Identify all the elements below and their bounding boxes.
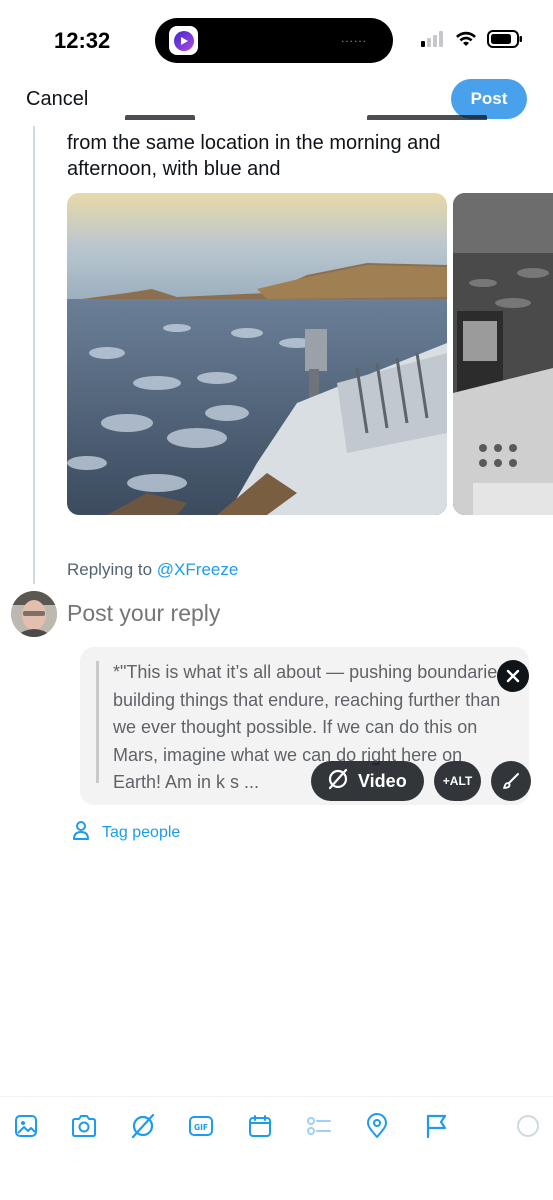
remove-attachment-button[interactable] <box>497 660 529 692</box>
add-alt-text-button[interactable]: +ALT <box>434 761 481 801</box>
svg-text:GIF: GIF <box>194 1123 208 1132</box>
status-icons <box>421 30 523 53</box>
quoted-media-carousel[interactable] <box>67 193 553 515</box>
tag-people-button[interactable]: Tag people <box>72 820 180 845</box>
replying-handle-link[interactable]: @XFreeze <box>157 560 239 579</box>
avatar[interactable] <box>11 591 57 637</box>
schedule-icon[interactable] <box>247 1113 273 1139</box>
person-icon <box>72 820 90 845</box>
close-icon <box>506 669 520 683</box>
battery-icon <box>487 30 523 53</box>
quoted-text-line-2: afternoon, with blue and <box>67 158 281 180</box>
flag-icon[interactable] <box>423 1113 449 1139</box>
tag-people-label: Tag people <box>102 823 181 841</box>
media-image-grayscale[interactable] <box>453 193 553 515</box>
gif-icon[interactable]: GIF <box>188 1113 214 1139</box>
quoted-text-line-1: from the same location in the morning an… <box>67 132 441 154</box>
replying-prefix: Replying to <box>67 560 153 579</box>
media-image-color[interactable] <box>67 193 447 515</box>
island-indicator: ...... <box>340 31 367 45</box>
app-activity-icon <box>169 26 198 55</box>
attachment-quote-bar <box>96 661 99 783</box>
status-bar: 12:32 ...... <box>0 0 553 80</box>
replying-to: Replying to @XFreeze <box>67 560 238 580</box>
location-icon[interactable] <box>364 1113 390 1139</box>
edit-image-button[interactable] <box>491 761 531 801</box>
reply-input[interactable] <box>67 600 367 627</box>
dynamic-island: ...... <box>155 18 393 63</box>
video-label: Video <box>358 770 407 791</box>
wifi-icon <box>455 31 477 52</box>
camera-icon[interactable] <box>71 1113 97 1139</box>
status-time: 12:32 <box>54 28 111 53</box>
poll-icon <box>306 1113 332 1139</box>
compose-toolbar: GIF <box>0 1096 553 1156</box>
grok-icon[interactable] <box>130 1113 156 1139</box>
quoted-text-cutoff-line <box>67 108 527 120</box>
quoted-post-text: from the same location in the morning an… <box>67 108 527 184</box>
char-counter-icon <box>515 1113 541 1139</box>
convert-to-video-button[interactable]: Video <box>311 761 424 801</box>
cellular-signal-icon <box>421 31 445 52</box>
image-icon[interactable] <box>13 1113 39 1139</box>
thread-connector-line <box>33 126 35 584</box>
grok-icon <box>327 768 349 795</box>
brush-icon <box>503 773 519 789</box>
